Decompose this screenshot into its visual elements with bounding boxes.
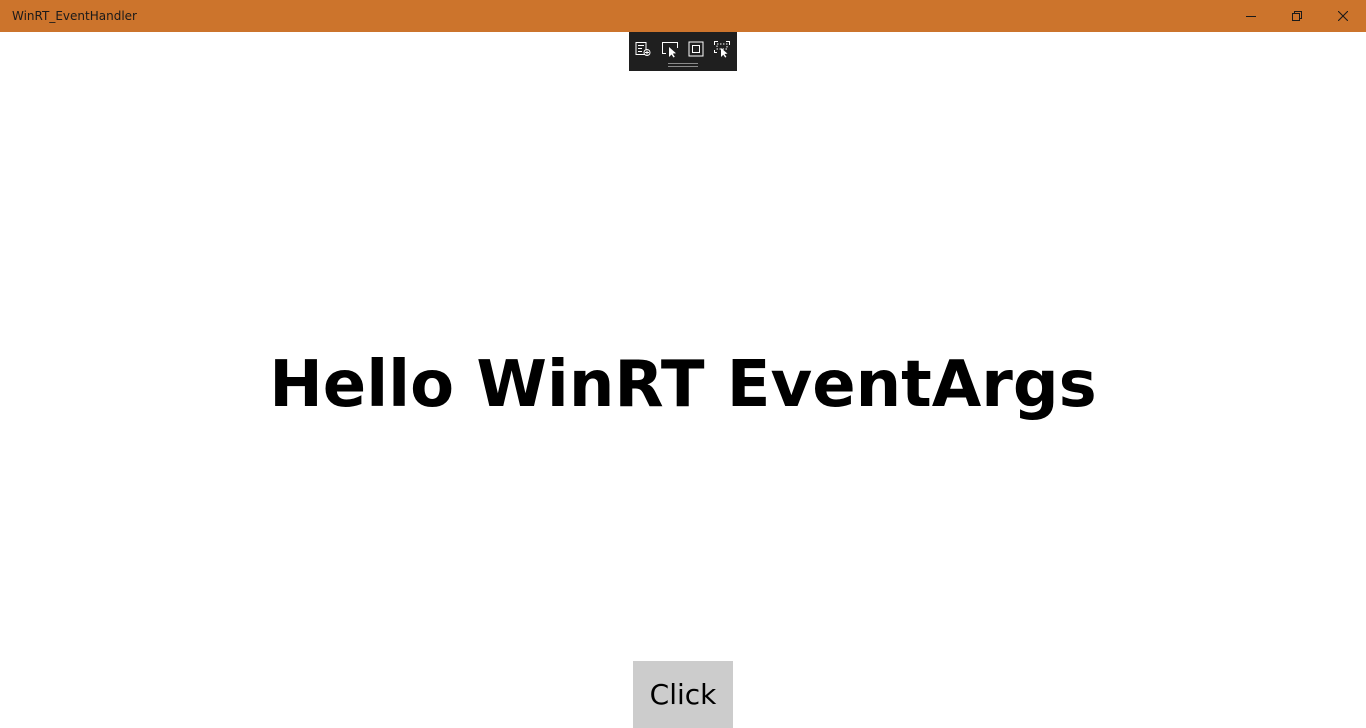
title-bar[interactable]: WinRT_EventHandler: [0, 0, 1366, 32]
restore-button[interactable]: [1274, 0, 1320, 32]
app-window: WinRT_EventHandler Hello WinRT EventArgs…: [0, 0, 1366, 728]
live-visual-tree-icon[interactable]: [633, 39, 653, 59]
close-icon: [1338, 11, 1348, 21]
hello-headline: Hello WinRT EventArgs: [269, 348, 1097, 422]
track-focused-element-icon[interactable]: [712, 39, 732, 59]
minimize-icon: [1246, 11, 1256, 21]
minimize-button[interactable]: [1228, 0, 1274, 32]
click-button[interactable]: Click: [633, 661, 733, 728]
restore-icon: [1292, 11, 1302, 21]
select-element-icon[interactable]: [660, 39, 680, 59]
close-button[interactable]: [1320, 0, 1366, 32]
xaml-debug-toolbar: [629, 32, 737, 71]
toolbar-drag-handle[interactable]: [668, 63, 698, 67]
window-title: WinRT_EventHandler: [12, 9, 137, 23]
display-layout-adorners-icon[interactable]: [686, 39, 706, 59]
